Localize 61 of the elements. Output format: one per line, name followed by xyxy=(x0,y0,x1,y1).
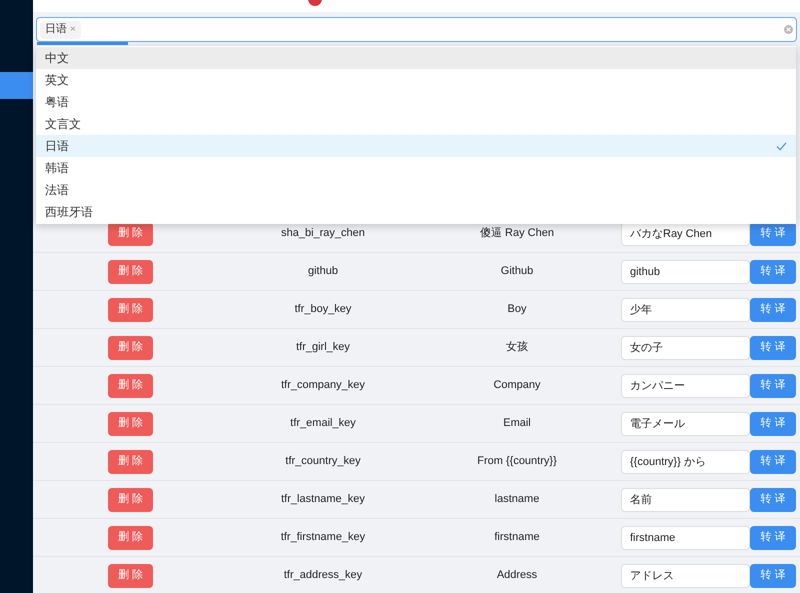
delete-button[interactable]: 删 除 xyxy=(108,564,153,588)
translate-button[interactable]: 转 译 xyxy=(750,336,796,360)
translate-button[interactable]: 转 译 xyxy=(750,298,796,322)
source-text-cell-text: 傻逼 Ray Chen xyxy=(480,226,554,242)
source-text-cell-text: From {{country}} xyxy=(477,454,557,470)
key-cell-text: tfr_company_key xyxy=(281,378,365,394)
translation-field[interactable]: github xyxy=(621,260,750,284)
dropdown-option[interactable]: 日语 xyxy=(36,135,796,157)
key-cell-text: github xyxy=(308,264,338,280)
dropdown-option[interactable]: 韩语 xyxy=(36,157,796,179)
delete-button[interactable]: 删 除 xyxy=(108,298,153,322)
translate-button[interactable]: 转 译 xyxy=(750,450,796,474)
key-cell-text: tfr_firstname_key xyxy=(280,530,366,546)
key-cell-text: tfr_address_key xyxy=(284,568,362,584)
delete-button[interactable]: 删 除 xyxy=(108,260,153,284)
key-cell-text: tfr_girl_key xyxy=(296,340,350,356)
dropdown-option[interactable]: 文言文 xyxy=(36,113,796,135)
source-text-cell-text: Company xyxy=(493,378,541,394)
delete-button[interactable]: 删 除 xyxy=(108,526,153,550)
dropdown-option[interactable]: 英文 xyxy=(36,69,796,91)
key-cell-text: tfr_email_key xyxy=(290,416,356,432)
translation-field[interactable]: 電子メール xyxy=(621,412,750,436)
tag-remove-button[interactable]: × xyxy=(70,22,76,37)
translate-button[interactable]: 转 译 xyxy=(750,488,796,512)
language-select[interactable]: 日语 × xyxy=(36,17,797,42)
delete-button[interactable]: 删 除 xyxy=(108,488,153,512)
dropdown-option[interactable]: 法语 xyxy=(36,179,796,201)
source-text-cell-text: 女孩 xyxy=(506,340,528,356)
check-icon xyxy=(776,142,787,150)
translate-button[interactable]: 转 译 xyxy=(750,374,796,398)
source-text-cell-text: Boy xyxy=(508,302,526,318)
source-text-cell-text: Email xyxy=(503,416,531,432)
key-cell-text: tfr_country_key xyxy=(285,454,361,470)
translation-field[interactable]: 少年 xyxy=(621,298,750,322)
source-text-cell-text: lastname xyxy=(494,492,540,508)
key-cell-text: sha_bi_ray_chen xyxy=(281,226,365,242)
dropdown-option[interactable]: 西班牙语 xyxy=(36,201,796,223)
dropdown-option[interactable]: 中文 xyxy=(36,47,796,69)
translate-button[interactable]: 转 译 xyxy=(750,260,796,284)
translation-field[interactable]: アドレス xyxy=(621,564,750,588)
key-cell-text: tfr_boy_key xyxy=(294,302,352,318)
tag-label: 日语 xyxy=(45,22,67,38)
translation-field[interactable]: firstname xyxy=(621,526,750,550)
key-cell-text: tfr_lastname_key xyxy=(281,492,365,508)
translation-field[interactable]: {{country}} から xyxy=(621,450,750,474)
translate-button[interactable]: 转 译 xyxy=(750,564,796,588)
dropdown-option[interactable]: 粤语 xyxy=(36,91,796,113)
delete-button[interactable]: 删 除 xyxy=(108,450,153,474)
source-text-cell-text: Github xyxy=(500,264,534,280)
delete-button[interactable]: 删 除 xyxy=(108,374,153,398)
translate-button[interactable]: 转 译 xyxy=(750,412,796,436)
clear-icon[interactable] xyxy=(784,25,793,34)
translation-field[interactable]: カンパニー xyxy=(621,374,750,398)
delete-button[interactable]: 删 除 xyxy=(108,412,153,436)
source-text-cell-text: firstname xyxy=(494,530,540,546)
translation-field[interactable]: 名前 xyxy=(621,488,750,512)
sidebar-item[interactable] xyxy=(0,72,33,99)
translate-button[interactable]: 转 译 xyxy=(750,526,796,550)
translation-field[interactable]: 女の子 xyxy=(621,336,750,360)
delete-button[interactable]: 删 除 xyxy=(108,336,153,360)
source-text-cell-text: Address xyxy=(496,568,538,584)
